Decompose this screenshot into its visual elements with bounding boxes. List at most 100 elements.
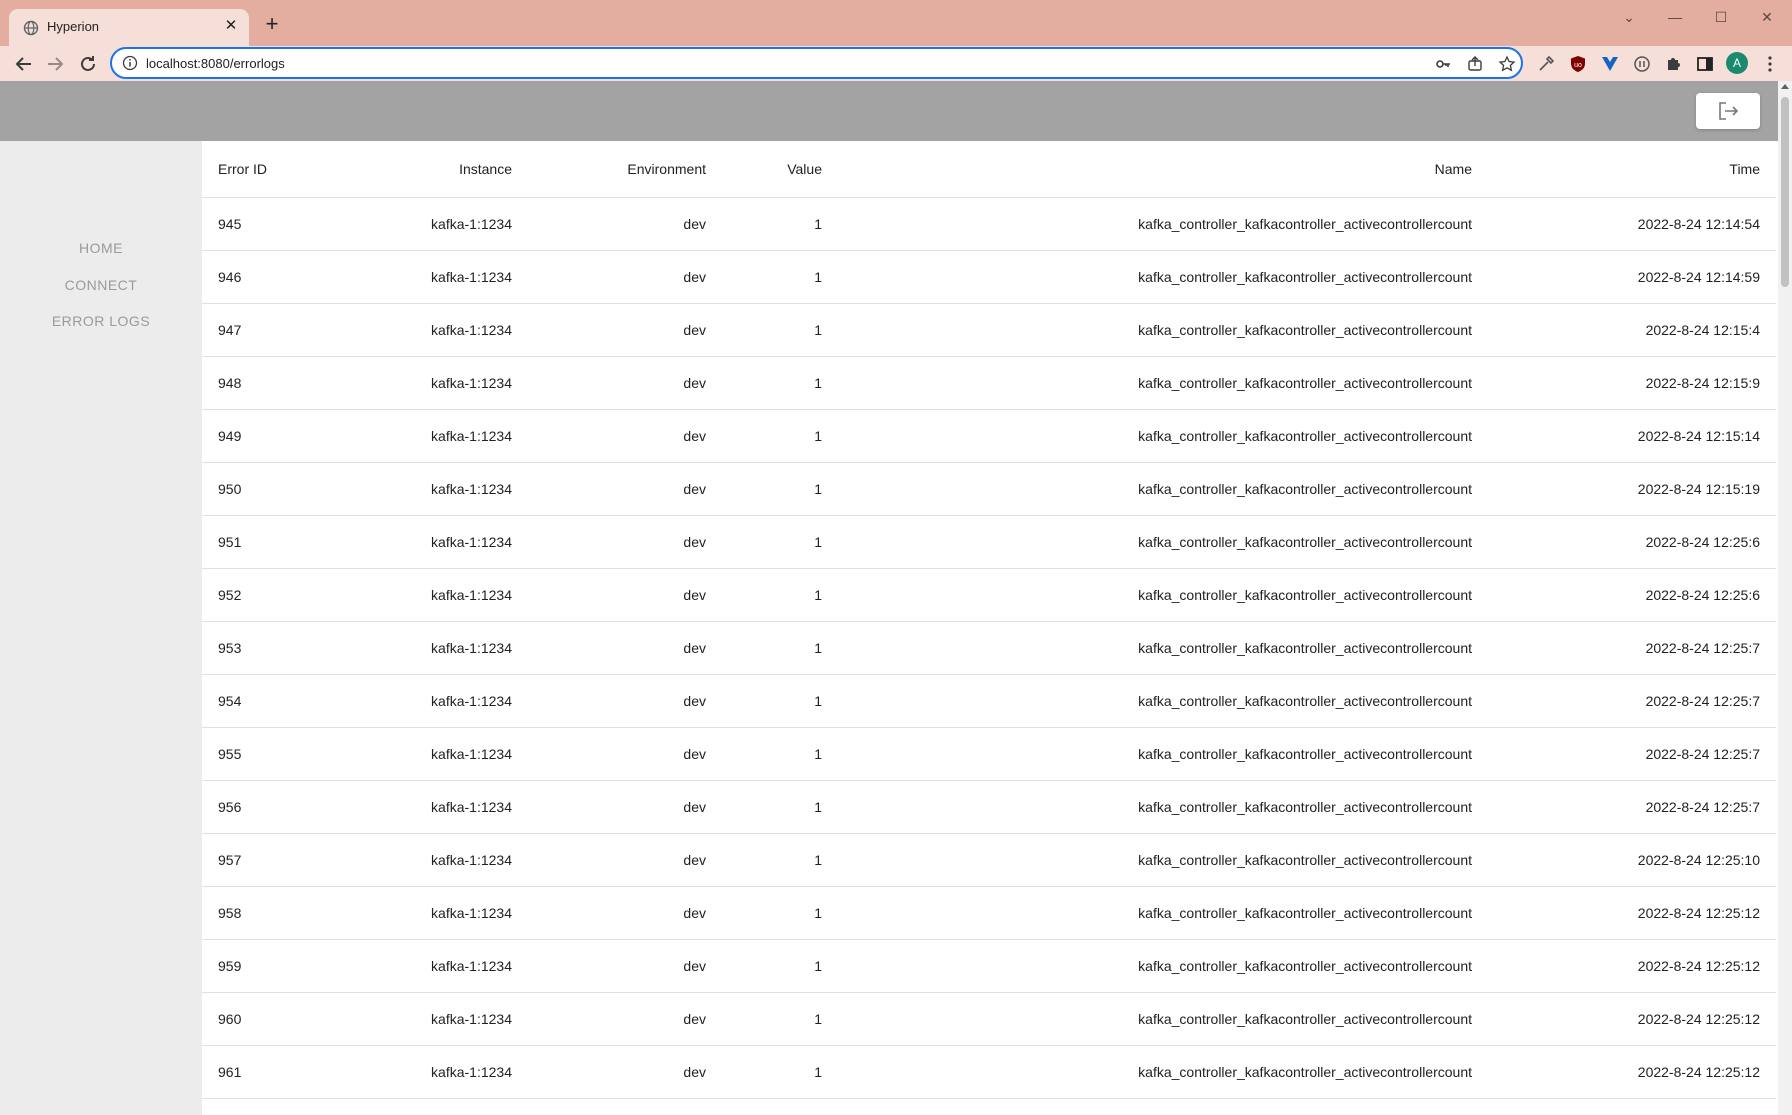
error-logs-table: Error ID Instance Environment Value Name… [202, 141, 1776, 1099]
cell-name: kafka_controller_kafkacontroller_activec… [838, 992, 1488, 1046]
cell-time: 2022-8-24 12:15:19 [1488, 462, 1776, 516]
cell-name: kafka_controller_kafkacontroller_activec… [838, 833, 1488, 887]
extensions-puzzle-icon[interactable] [1664, 54, 1684, 74]
browser-tab[interactable]: Hyperion ✕ [9, 9, 249, 46]
cell-value: 1 [722, 409, 838, 463]
sidebar-item-error-logs[interactable]: ERROR LOGS [0, 313, 202, 329]
url-text: localhost:8080/errorlogs [146, 56, 285, 71]
cell-value: 1 [722, 886, 838, 940]
back-arrow-icon[interactable] [12, 52, 36, 76]
sidebar-item-home[interactable]: HOME [0, 240, 202, 256]
table-row: 953 kafka-1:1234 dev 1 kafka_controller_kafk… [202, 621, 1776, 675]
cell-instance: kafka-1:1234 [352, 727, 528, 781]
cell-name: kafka_controller_kafkacontroller_activec… [838, 1045, 1488, 1099]
browser-tab-strip: Hyperion ✕ + ⌄ — ☐ ✕ [0, 0, 1792, 46]
column-header-value: Value [722, 141, 838, 198]
cell-error-id: 957 [202, 833, 352, 887]
table-row: 950 kafka-1:1234 dev 1 kafka_controller_kafk… [202, 462, 1776, 516]
cell-time: 2022-8-24 12:15:9 [1488, 356, 1776, 410]
profile-avatar[interactable]: A [1726, 52, 1748, 74]
cell-value: 1 [722, 356, 838, 410]
cell-value: 1 [722, 462, 838, 516]
cell-name: kafka_controller_kafkacontroller_activec… [838, 621, 1488, 675]
table-row: 948 kafka-1:1234 dev 1 kafka_controller_kafk… [202, 356, 1776, 410]
cell-time: 2022-8-24 12:15:14 [1488, 409, 1776, 463]
cell-environment: dev [528, 197, 722, 251]
maximize-button[interactable]: ☐ [1698, 4, 1744, 30]
cell-name: kafka_controller_kafkacontroller_activec… [838, 727, 1488, 781]
share-icon[interactable] [1466, 55, 1484, 73]
cell-error-id: 961 [202, 1045, 352, 1099]
react-devtools-icon[interactable] [1632, 54, 1652, 74]
cell-value: 1 [722, 939, 838, 993]
column-header-instance: Instance [352, 141, 528, 198]
logout-button[interactable] [1696, 93, 1760, 129]
table-row: 946 kafka-1:1234 dev 1 kafka_controller_kafk… [202, 250, 1776, 304]
cell-time: 2022-8-24 12:25:7 [1488, 727, 1776, 781]
sidebar-item-connect[interactable]: CONNECT [0, 277, 202, 293]
side-panel-icon[interactable] [1695, 54, 1715, 74]
cell-environment: dev [528, 621, 722, 675]
cell-time: 2022-8-24 12:25:12 [1488, 1045, 1776, 1099]
cell-name: kafka_controller_kafkacontroller_activec… [838, 197, 1488, 251]
cell-environment: dev [528, 303, 722, 357]
cell-error-id: 959 [202, 939, 352, 993]
scroll-up-arrow-icon[interactable] [1781, 84, 1789, 89]
cell-value: 1 [722, 727, 838, 781]
cell-environment: dev [528, 568, 722, 622]
cell-instance: kafka-1:1234 [352, 250, 528, 304]
cell-value: 1 [722, 303, 838, 357]
cell-time: 2022-8-24 12:25:6 [1488, 568, 1776, 622]
cell-name: kafka_controller_kafkacontroller_activec… [838, 674, 1488, 728]
cell-error-id: 951 [202, 515, 352, 569]
eyedropper-icon[interactable] [1536, 54, 1556, 74]
cell-environment: dev [528, 727, 722, 781]
logout-icon [1719, 102, 1739, 120]
close-window-button[interactable]: ✕ [1744, 4, 1790, 30]
cell-environment: dev [528, 674, 722, 728]
app-header [0, 81, 1778, 141]
cell-value: 1 [722, 992, 838, 1046]
reload-icon[interactable] [76, 52, 100, 76]
address-bar[interactable]: localhost:8080/errorlogs [110, 47, 1523, 79]
table-header-row: Error ID Instance Environment Value Name… [202, 141, 1776, 198]
cell-instance: kafka-1:1234 [352, 780, 528, 834]
ublock-shield-icon[interactable]: uo [1568, 54, 1588, 74]
scrollbar-thumb[interactable] [1781, 97, 1789, 287]
bookmark-star-icon[interactable] [1498, 55, 1516, 73]
cell-instance: kafka-1:1234 [352, 409, 528, 463]
cell-error-id: 949 [202, 409, 352, 463]
cell-value: 1 [722, 197, 838, 251]
cell-instance: kafka-1:1234 [352, 992, 528, 1046]
cell-value: 1 [722, 621, 838, 675]
cell-instance: kafka-1:1234 [352, 939, 528, 993]
new-tab-button[interactable]: + [262, 13, 282, 35]
table-row: 956 kafka-1:1234 dev 1 kafka_controller_kafk… [202, 780, 1776, 834]
cell-time: 2022-8-24 12:25:7 [1488, 780, 1776, 834]
forward-arrow-icon[interactable] [43, 52, 67, 76]
table-row: 957 kafka-1:1234 dev 1 kafka_controller_kafk… [202, 833, 1776, 887]
vuejs-devtools-icon[interactable] [1600, 54, 1620, 74]
cell-environment: dev [528, 515, 722, 569]
cell-time: 2022-8-24 12:25:12 [1488, 939, 1776, 993]
table-row: 955 kafka-1:1234 dev 1 kafka_controller_kafk… [202, 727, 1776, 781]
tab-title: Hyperion [47, 19, 100, 34]
cell-name: kafka_controller_kafkacontroller_activec… [838, 462, 1488, 516]
kebab-menu-icon[interactable] [1760, 54, 1780, 74]
cell-value: 1 [722, 1045, 838, 1099]
cell-time: 2022-8-24 12:25:10 [1488, 833, 1776, 887]
page-scrollbar[interactable] [1778, 81, 1792, 1115]
site-info-icon[interactable] [122, 55, 138, 71]
table-row: 951 kafka-1:1234 dev 1 kafka_controller_kafk… [202, 515, 1776, 569]
close-tab-icon[interactable]: ✕ [222, 17, 240, 35]
cell-error-id: 950 [202, 462, 352, 516]
key-icon[interactable] [1434, 55, 1452, 73]
minimize-button[interactable]: — [1652, 4, 1698, 30]
cell-error-id: 958 [202, 886, 352, 940]
table-row: 952 kafka-1:1234 dev 1 kafka_controller_kafk… [202, 568, 1776, 622]
cell-instance: kafka-1:1234 [352, 197, 528, 251]
tab-search-icon[interactable]: ⌄ [1606, 4, 1652, 30]
cell-environment: dev [528, 250, 722, 304]
cell-name: kafka_controller_kafkacontroller_activec… [838, 356, 1488, 410]
cell-time: 2022-8-24 12:25:6 [1488, 515, 1776, 569]
